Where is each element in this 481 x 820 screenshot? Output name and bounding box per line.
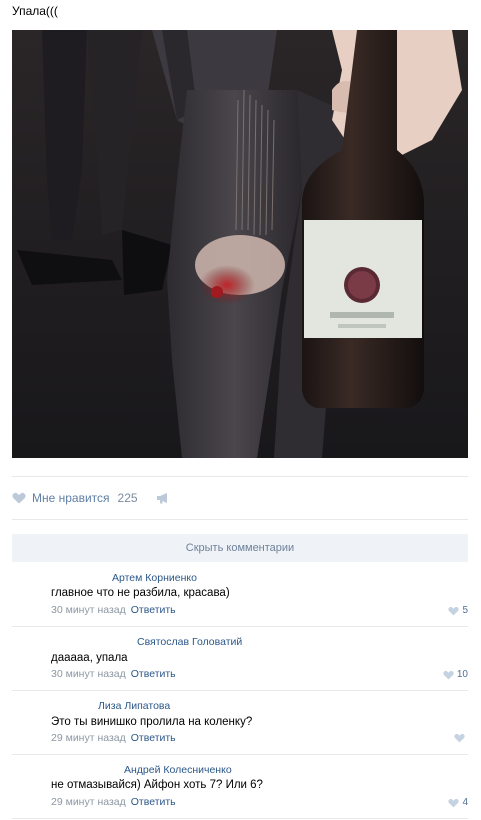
post-photo[interactable] — [12, 30, 468, 458]
comment-meta: 29 минут назад Ответить — [51, 796, 176, 808]
hide-comments-button[interactable]: Скрыть комментарии — [12, 534, 468, 562]
comment-like[interactable]: 4 — [448, 797, 468, 808]
separator — [12, 818, 468, 819]
comment-text: Это ты винишко пролила на коленку? — [51, 716, 253, 728]
post-text: Упала((( — [12, 4, 58, 18]
heart-icon — [443, 670, 454, 679]
comment-like-count: 4 — [462, 797, 468, 808]
comment-text: главное что не разбила, красава) — [51, 587, 230, 599]
separator — [12, 476, 468, 477]
comment-author[interactable]: Андрей Колесниченко — [124, 764, 232, 776]
separator — [12, 626, 468, 627]
comment: Лиза Липатова Это ты винишко пролила на … — [12, 699, 468, 755]
comment-author[interactable]: Святослав Головатий — [137, 636, 242, 648]
reply-button[interactable]: Ответить — [131, 668, 176, 680]
heart-icon[interactable] — [12, 492, 26, 504]
heart-icon — [448, 798, 460, 807]
separator — [12, 754, 468, 755]
comment-text: дааааа, упала — [51, 652, 128, 664]
comment-time[interactable]: 30 минут назад — [51, 604, 126, 616]
comment-meta: 30 минут назад Ответить — [51, 604, 176, 616]
like-count[interactable]: 225 — [118, 491, 138, 505]
comment-author[interactable]: Лиза Липатова — [98, 700, 170, 712]
comment: Святослав Головатий дааааа, упала 30 мин… — [12, 635, 468, 691]
like-button-label[interactable]: Мне нравится — [32, 491, 110, 505]
comment-like[interactable] — [454, 733, 468, 743]
separator — [12, 519, 468, 520]
separator — [12, 690, 468, 691]
comment-meta: 29 минут назад Ответить — [51, 732, 176, 744]
comment-time[interactable]: 29 минут назад — [51, 796, 126, 808]
photo-illustration — [12, 30, 468, 458]
comment-text: не отмазывайся) Айфон хоть 7? Или 6? — [51, 779, 263, 791]
comment-like-count: 10 — [456, 669, 468, 680]
heart-icon — [448, 606, 460, 615]
comment-like[interactable]: 10 — [443, 669, 468, 680]
comment: Андрей Колесниченко не отмазывайся) Айфо… — [12, 763, 468, 819]
post-actions: Мне нравится 225 — [12, 488, 170, 508]
heart-icon — [454, 733, 465, 743]
comment-like-count: 5 — [462, 605, 468, 616]
comment-time[interactable]: 29 минут назад — [51, 732, 126, 744]
reply-button[interactable]: Ответить — [131, 732, 176, 744]
comment-like[interactable]: 5 — [448, 605, 468, 616]
comment: Артем Корниенко главное что не разбила, … — [12, 571, 468, 627]
comment-time[interactable]: 30 минут назад — [51, 668, 126, 680]
reply-button[interactable]: Ответить — [131, 604, 176, 616]
comment-meta: 30 минут назад Ответить — [51, 668, 176, 680]
megaphone-icon[interactable] — [156, 492, 170, 504]
comment-author[interactable]: Артем Корниенко — [112, 572, 197, 584]
reply-button[interactable]: Ответить — [131, 796, 176, 808]
